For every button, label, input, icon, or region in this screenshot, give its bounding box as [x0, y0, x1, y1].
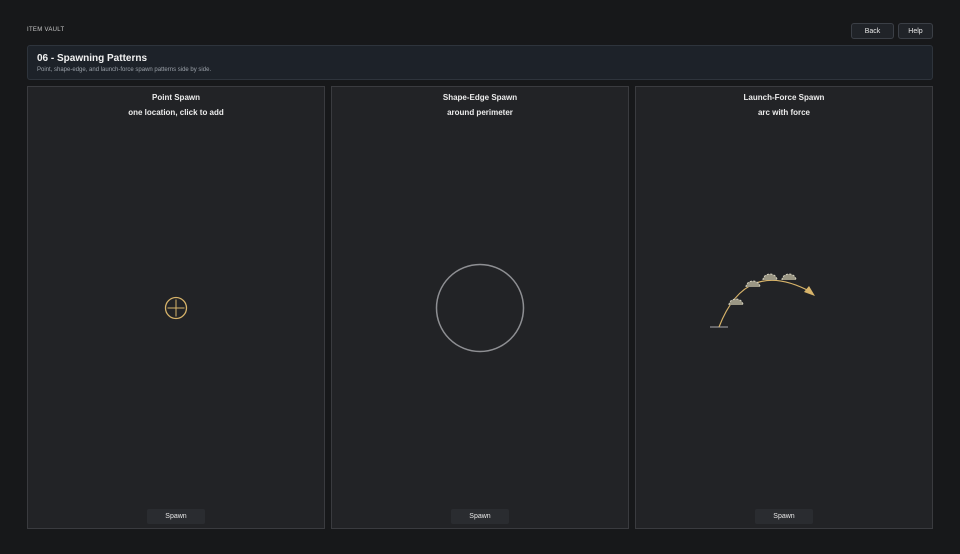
spawn-button[interactable]: Spawn	[755, 509, 813, 524]
shape-edge-canvas[interactable]	[332, 87, 630, 507]
spawn-button[interactable]: Spawn	[147, 509, 205, 524]
point-spawn-card: Point Spawn one location, click to add S…	[27, 86, 325, 529]
arrow-head-icon	[804, 286, 815, 296]
spawned-items	[728, 273, 797, 306]
page-subtitle: Point, shape-edge, and launch-force spaw…	[37, 67, 212, 73]
back-button[interactable]: Back	[851, 23, 894, 39]
crosshair-icon[interactable]	[164, 296, 188, 320]
app-label: ITEM VAULT	[27, 27, 65, 33]
perimeter-circle	[435, 263, 525, 353]
shape-edge-spawn-card: Shape-Edge Spawn around perimeter Spawn	[331, 86, 629, 529]
spawn-button[interactable]: Spawn	[451, 509, 509, 524]
page-title: 06 - Spawning Patterns	[37, 53, 148, 64]
launch-force-canvas[interactable]	[636, 87, 934, 507]
help-button[interactable]: Help	[898, 23, 933, 39]
header-panel: 06 - Spawning Patterns Point, shape-edge…	[27, 45, 933, 80]
point-spawn-canvas[interactable]	[28, 87, 326, 507]
launch-force-spawn-card: Launch-Force Spawn arc with force Spawn	[635, 86, 933, 529]
